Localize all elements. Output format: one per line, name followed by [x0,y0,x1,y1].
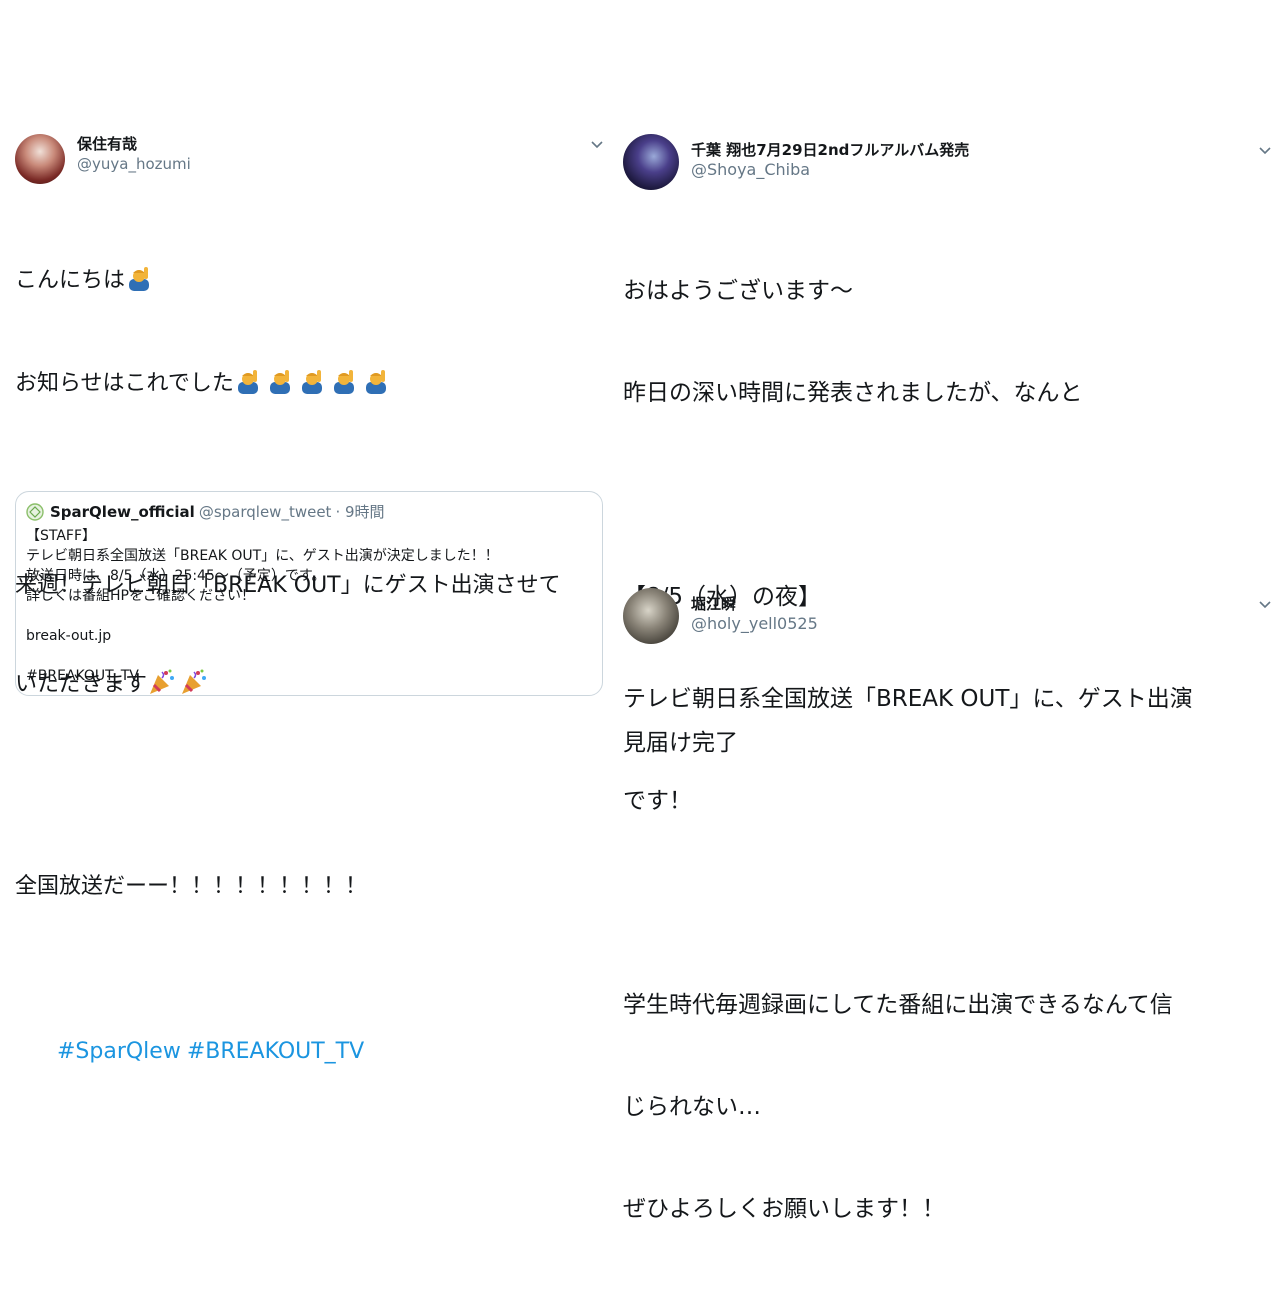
tweet-text: 見届け完了 [623,658,1273,828]
quoted-gap [26,646,592,666]
quoted-display-name[interactable]: SparQlew_official [50,502,195,522]
tweet-left: 保住有哉 @yuya_hozumi こんにちは お知らせはこれでした 来週！テレ… [15,134,605,1064]
hashtag-link[interactable]: #BREAKOUT_TV [187,1039,364,1064]
hashtags: #SparQlew #BREAKOUT_TV [15,1002,605,1101]
tweet-line: ぜひよろしくお願いします！！ [623,1196,945,1222]
quoted-line: 放送日時は、8/5（水）25:45～（予定）です。 [26,568,326,584]
quoted-tweet-header: SparQlew_official @sparqlew_tweet · 9時間 [26,502,592,522]
person-raising-hand-icon [235,368,261,404]
person-raising-hand-icon [363,368,389,404]
hashtag-link[interactable]: #SparQlew [57,1039,181,1064]
quoted-line: break-out.jp [26,628,112,644]
tweet-header: 堀江瞬 @holy_yell0525 [623,588,1273,644]
display-name[interactable]: 保住有哉 [77,134,191,154]
tweet-header: 千葉 翔也7月29日2ndフルアルバム発売 @Shoya_Chiba [623,134,1273,190]
display-name[interactable]: 千葉 翔也7月29日2ndフルアルバム発売 [691,140,969,160]
quoted-tweet[interactable]: SparQlew_official @sparqlew_tweet · 9時間 … [15,491,603,696]
tweet-right-bottom: 堀江瞬 @holy_yell0525 見届け完了 [623,588,1273,756]
person-raising-hand-icon [267,368,293,404]
tweet-line: 全国放送だーー！！！！！！！！！ [15,874,368,899]
handle[interactable]: @Shoya_Chiba [691,160,969,180]
quoted-gap [26,606,592,626]
avatar[interactable] [623,134,679,190]
handle[interactable]: @yuya_hozumi [77,154,191,174]
avatar[interactable] [15,134,65,184]
tweet-line: おはようございます〜 [623,278,853,304]
quoted-handle[interactable]: @sparqlew_tweet [199,502,332,522]
tweet-line: こんにちは [15,268,126,293]
person-raising-hand-icon [299,368,325,404]
display-name[interactable]: 堀江瞬 [691,594,818,614]
avatar[interactable] [623,588,679,644]
handle[interactable]: @holy_yell0525 [691,614,818,634]
quoted-line: 詳しくは番組HPをご確認ください！ [26,588,255,604]
tweet-line: 学生時代毎週録画にしてた番組に出演できるなんて信 [623,992,1173,1018]
chevron-down-icon[interactable] [1257,596,1273,612]
tweet-line: 見届け完了 [623,730,738,756]
person-raising-hand-icon [126,265,152,301]
chevron-down-icon[interactable] [1257,142,1273,158]
tweet-right-top: 千葉 翔也7月29日2ndフルアルバム発売 @Shoya_Chiba おはようご… [623,134,1273,1222]
tweet-header: 保住有哉 @yuya_hozumi [15,134,605,184]
quoted-line: 【STAFF】 [26,528,97,544]
quoted-tweet-text: 【STAFF】 テレビ朝日系全国放送「BREAK OUT」に、ゲスト出演が決定し… [26,526,592,686]
chevron-down-icon[interactable] [589,136,605,152]
tweet-line: 昨日の深い時間に発表されましたが、なんと [623,380,1083,406]
person-raising-hand-icon [331,368,357,404]
tweet-line: じられない… [623,1094,761,1120]
quoted-timestamp[interactable]: · 9時間 [335,502,384,522]
sparqlew-logo-icon [26,503,44,521]
quoted-line: テレビ朝日系全国放送「BREAK OUT」に、ゲスト出演が決定しました！！ [26,548,499,564]
tweet-line: お知らせはこれでした [15,371,234,396]
quoted-line: #BREAKOUT_TV [26,668,139,684]
